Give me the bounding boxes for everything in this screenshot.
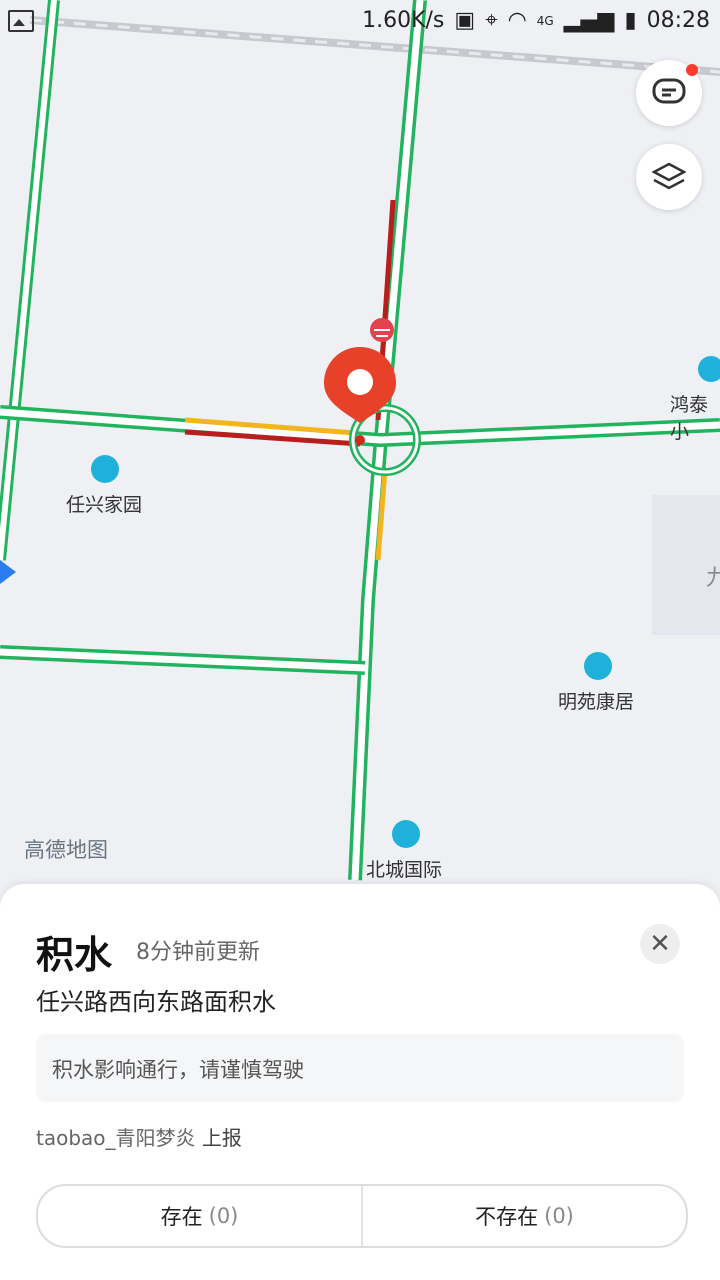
poi-label[interactable]: 鸿泰小: [670, 390, 720, 444]
battery-saver-icon: ▣: [454, 8, 476, 33]
feedback-button[interactable]: [636, 60, 702, 126]
verification-actions: 存在 (0) 不存在 (0): [36, 1184, 688, 1248]
event-updated-time: 8分钟前更新: [136, 940, 260, 965]
time: 08:28: [646, 8, 710, 33]
cell-signal-icon: ▂▄▆: [563, 8, 615, 33]
gallery-icon: [8, 10, 34, 32]
location-icon: ⌖: [485, 8, 498, 33]
layers-button[interactable]: [636, 144, 702, 210]
exists-button[interactable]: 存在 (0): [38, 1186, 361, 1246]
map-label: 九: [706, 566, 720, 591]
safety-notice-text: 积水影响通行，请谨慎驾驶: [52, 1058, 304, 1082]
event-title: 积水: [36, 933, 113, 977]
close-icon: ✕: [649, 929, 671, 959]
poi-label[interactable]: 明苑康居: [558, 687, 634, 714]
location-pin-icon[interactable]: [322, 345, 398, 425]
poi-marker-icon[interactable]: [584, 652, 612, 680]
battery-icon: ▮: [624, 8, 637, 33]
safety-notice: 积水影响通行，请谨慎驾驶: [36, 1034, 684, 1102]
not-exists-button-label: 不存在: [475, 1205, 539, 1229]
reporter-suffix: 上报: [201, 1126, 242, 1150]
close-button[interactable]: ✕: [640, 924, 680, 964]
status-bar: 1.60K/s ▣ ⌖ ◠ 4G ▂▄▆ ▮ 08:28: [0, 0, 720, 44]
network-speed: 1.60K/s: [362, 8, 445, 33]
not-exists-count: (0): [544, 1204, 574, 1228]
message-icon: [652, 78, 686, 104]
notification-dot: [686, 64, 698, 76]
exists-button-label: 存在: [160, 1205, 203, 1229]
reporter-name: taobao_青阳梦炎: [36, 1126, 196, 1150]
poi-marker-icon[interactable]: [698, 356, 720, 382]
poi-marker-icon[interactable]: [91, 455, 119, 483]
event-description: 任兴路西向东路面积水: [36, 988, 276, 1016]
poi-marker-icon[interactable]: [392, 820, 420, 848]
reporter-line: taobao_青阳梦炎 上报: [36, 1122, 242, 1151]
layers-icon: [652, 162, 686, 190]
event-detail-sheet: 积水 8分钟前更新 ✕ 任兴路西向东路面积水 积水影响通行，请谨慎驾驶 taob…: [0, 884, 720, 1280]
poi-label[interactable]: 北城国际: [366, 855, 442, 882]
wifi-icon: ◠: [507, 8, 527, 33]
poi-label[interactable]: 任兴家园: [66, 490, 142, 517]
not-exists-button[interactable]: 不存在 (0): [363, 1186, 686, 1246]
map-watermark: 高德地图: [24, 838, 108, 862]
signal-type: 4G: [536, 13, 554, 28]
exists-count: (0): [208, 1204, 239, 1228]
